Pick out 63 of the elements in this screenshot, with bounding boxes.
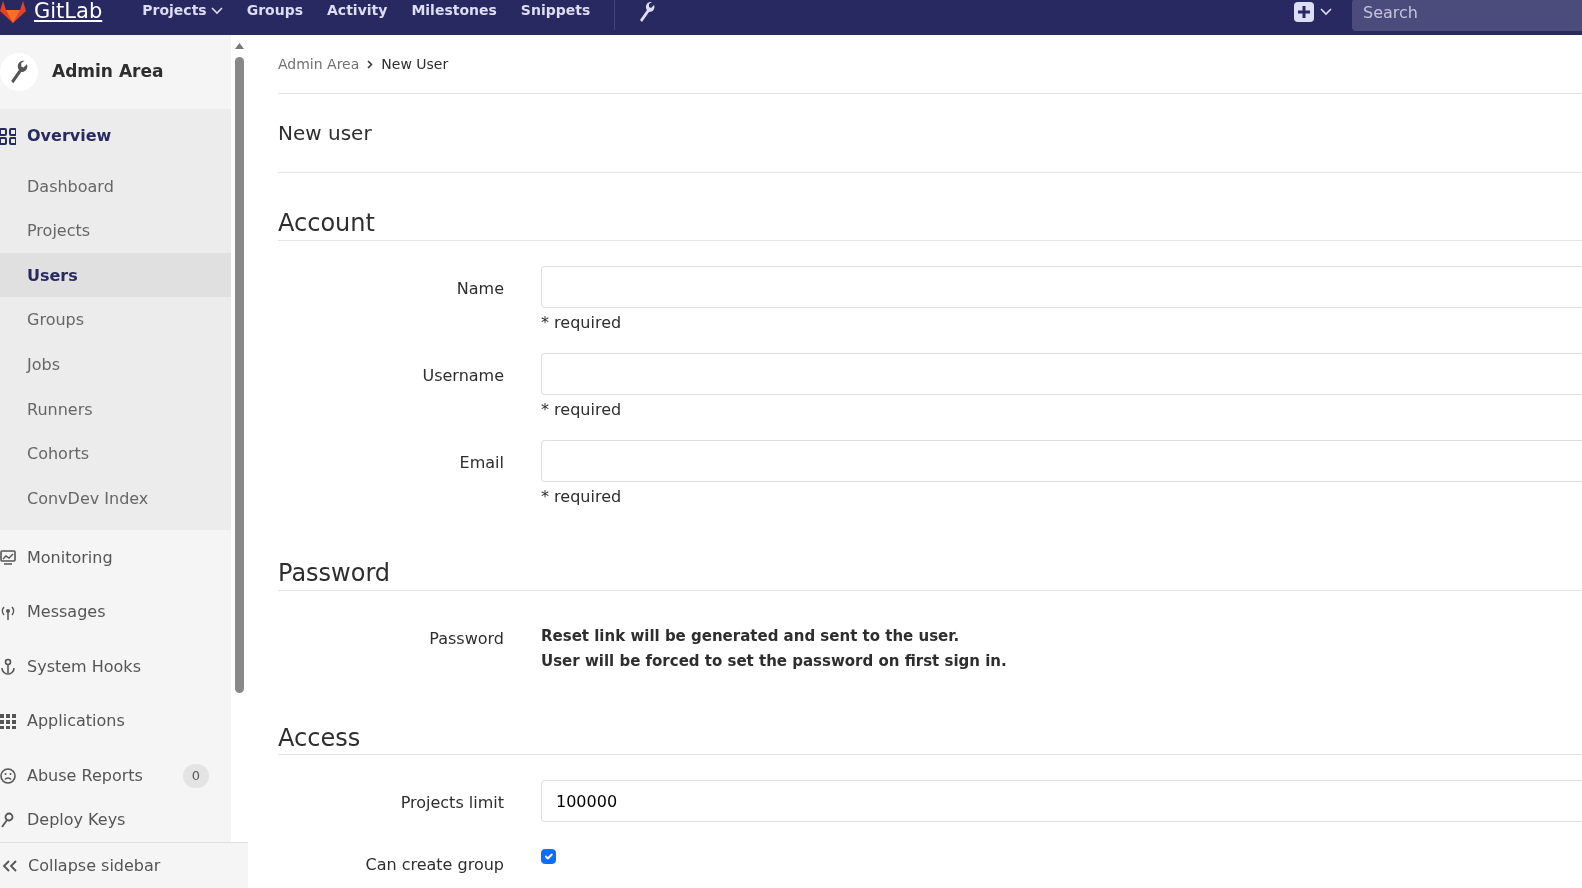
collapse-sidebar-button[interactable]: Collapse sidebar <box>0 842 248 888</box>
sidebar-item[interactable]: Deploy Keys <box>0 803 231 838</box>
sidebar-subitem[interactable]: Users <box>0 252 231 298</box>
field-label: Email <box>458 451 505 474</box>
caret-icon <box>210 6 223 15</box>
field-label: Password <box>428 627 505 650</box>
text-field[interactable] <box>541 352 1582 395</box>
info-text: User will be forced to set the password on first sign in. <box>541 650 1008 672</box>
field-label: Name <box>455 277 505 300</box>
sidebar-item[interactable]: Abuse Reports 0 <box>0 748 231 804</box>
sidebar-subitem[interactable]: Cohorts <box>0 431 231 476</box>
breadcrumb-current[interactable]: New User <box>381 53 449 75</box>
sidebar-subitem[interactable]: ConvDev Index <box>0 475 231 521</box>
count-badge: 0 <box>182 764 209 788</box>
sidebar-item[interactable]: Messages <box>0 584 231 640</box>
sidebar-subitem[interactable]: Projects <box>0 208 231 253</box>
plus-icon[interactable] <box>1294 1 1314 22</box>
monitor-icon <box>0 549 16 567</box>
sidebar-item[interactable]: Monitoring <box>0 530 231 585</box>
key-icon <box>0 811 16 829</box>
field-label: Username <box>421 364 505 387</box>
field-label: Projects limit <box>399 792 505 815</box>
frown-face-icon <box>0 767 16 785</box>
page-title: New user <box>278 94 1582 173</box>
section-heading: Account <box>278 209 1582 241</box>
hint-text: * required <box>541 398 623 421</box>
info-text: Reset link will be generated and sent to the user. <box>541 625 961 647</box>
caret-icon[interactable] <box>1320 7 1332 16</box>
search-field[interactable]: Search <box>1352 0 1582 31</box>
sidebar-item[interactable]: System Hooks <box>0 639 231 695</box>
fox-logo-icon[interactable] <box>0 0 26 23</box>
text-field[interactable] <box>541 265 1582 308</box>
field-label: Can create group <box>364 854 505 877</box>
sidebar-subitem[interactable]: Jobs <box>0 341 231 387</box>
nav-link[interactable]: Groups <box>246 0 303 21</box>
sidebar-item[interactable]: Applications <box>0 694 231 749</box>
wrench-icon[interactable] <box>639 1 656 22</box>
anchor-icon <box>0 658 16 676</box>
sidebar-subitem[interactable]: Dashboard <box>0 163 231 209</box>
nav-link[interactable]: Activity <box>327 0 388 21</box>
nav-link[interactable]: Milestones <box>411 0 497 21</box>
chevron-right-icon <box>367 59 374 69</box>
section-heading: Password <box>278 558 1582 591</box>
section-heading: Access <box>278 723 1582 756</box>
sidebar-title: Admin Area <box>52 60 164 84</box>
text-field[interactable] <box>541 439 1582 482</box>
wrench-icon <box>10 59 28 85</box>
dots-grid-icon <box>0 712 16 730</box>
sidebar-subitem[interactable]: Runners <box>0 386 231 432</box>
sidebar-subitem[interactable]: Groups <box>0 297 231 342</box>
sidebar-item[interactable]: Overview <box>0 109 231 164</box>
nav-link[interactable]: Projects <box>142 0 223 21</box>
brand-name[interactable]: GitLab <box>34 0 103 28</box>
nav-link[interactable]: Snippets <box>520 0 591 21</box>
breadcrumb-link[interactable]: Admin Area <box>278 53 360 75</box>
checkbox[interactable] <box>541 849 556 865</box>
scrollbar-thumb[interactable] <box>235 57 244 693</box>
double-chevron-left-icon <box>2 859 18 872</box>
hint-text: * required <box>541 311 623 334</box>
hint-text: * required <box>541 485 623 508</box>
grid-icon <box>0 127 16 145</box>
scroll-up-icon[interactable] <box>235 43 244 49</box>
text-field[interactable]: 100000 <box>541 780 1582 823</box>
